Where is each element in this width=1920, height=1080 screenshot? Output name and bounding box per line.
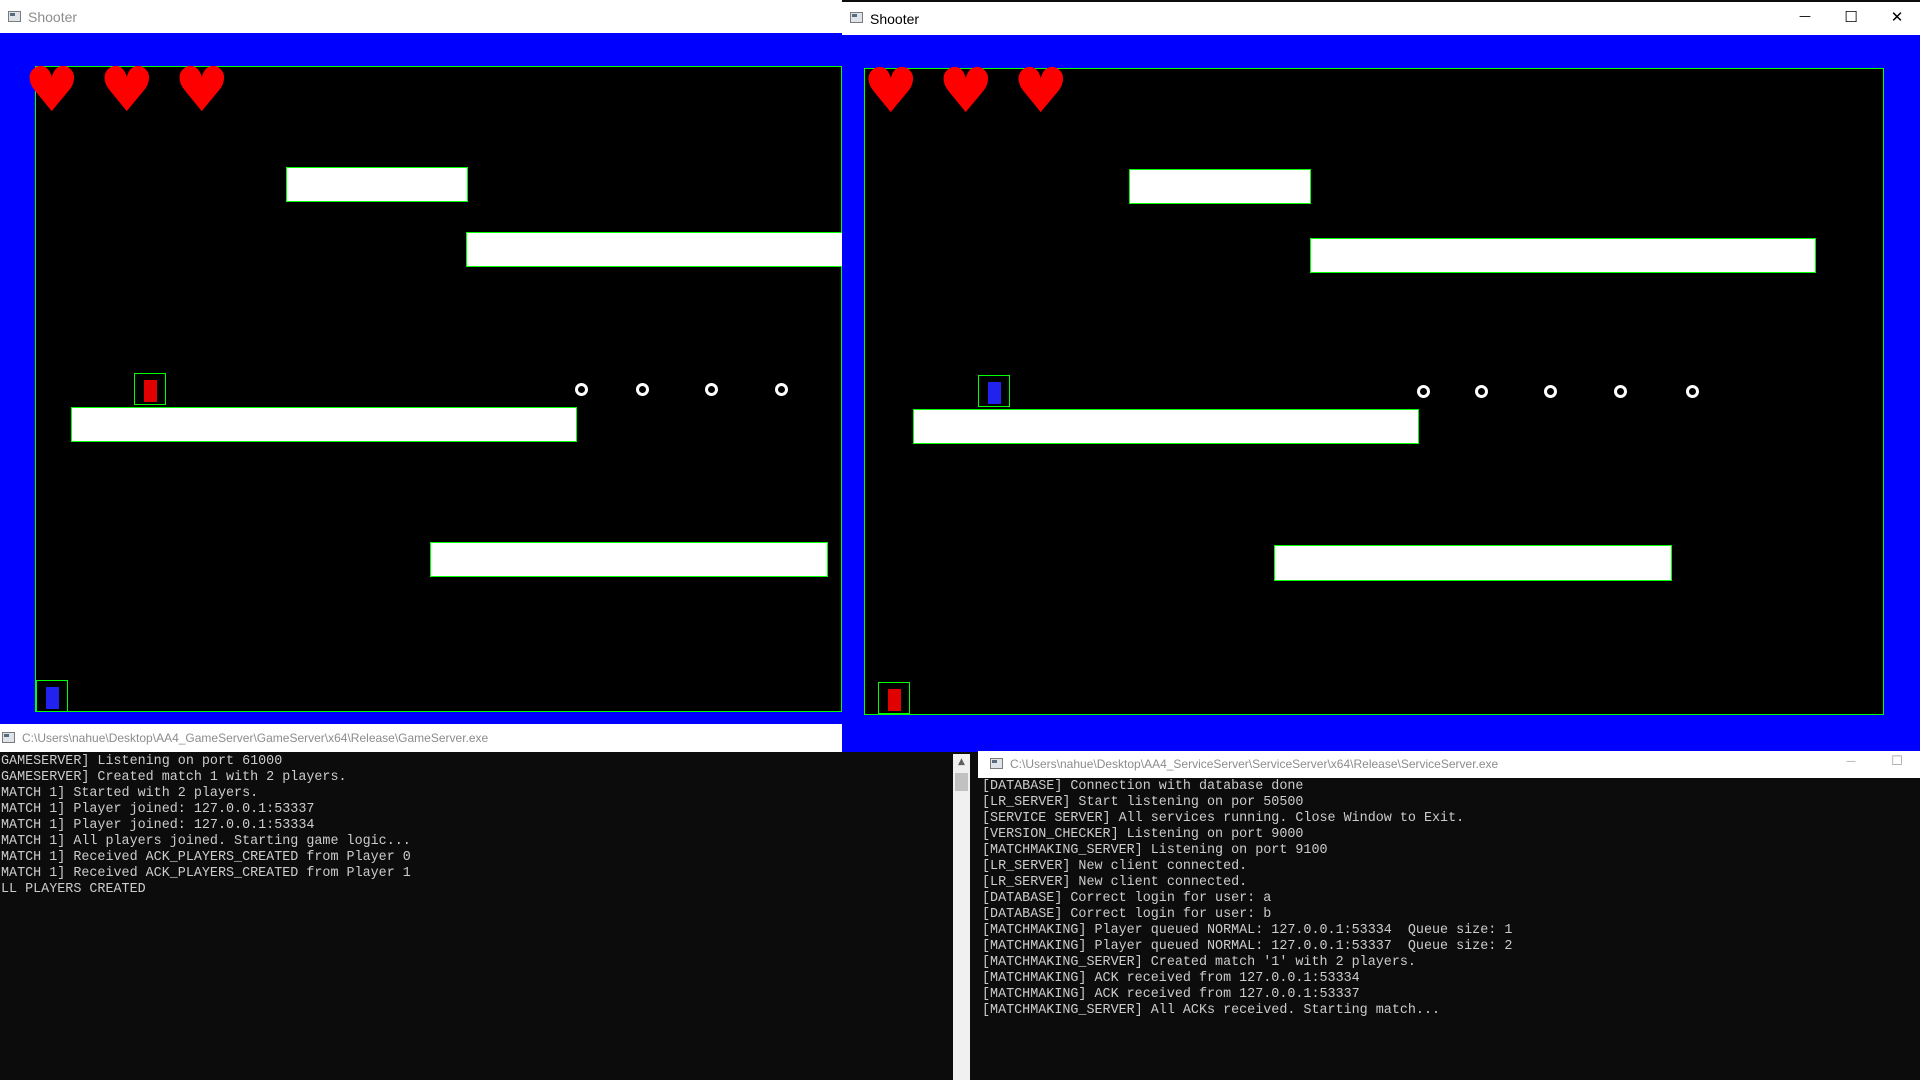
console-line: [LR_SERVER] Start listening on por 50500	[982, 795, 1304, 810]
serviceserver-console-window[interactable]: C:\Users\nahue\Desktop\AA4_ServiceServer…	[978, 751, 1920, 1080]
player-red	[878, 682, 910, 714]
console-line: [MATCHMAKING_SERVER] All ACKs received. …	[982, 1003, 1441, 1018]
player-blue	[978, 375, 1010, 407]
heart-icon: ♥	[1013, 54, 1069, 127]
platform	[1129, 169, 1311, 204]
coin	[705, 383, 718, 396]
platform	[430, 542, 828, 577]
console-scrollbar[interactable]: ▲	[953, 754, 970, 1080]
console-output: GAMESERVER] Listening on port 61000 GAMES…	[1, 754, 951, 1080]
console-line: [DATABASE] Correct login for user: a	[982, 891, 1272, 906]
coin	[775, 383, 788, 396]
console-line: [LR_SERVER] New client connected.	[982, 875, 1248, 890]
console-line: MATCH 1] Received ACK_PLAYERS_CREATED fr…	[1, 866, 411, 881]
console-line: [LR_SERVER] New client connected.	[982, 859, 1248, 874]
platform	[71, 407, 577, 442]
platform	[1310, 238, 1816, 273]
player-blue	[36, 680, 68, 712]
coin	[1614, 385, 1627, 398]
game-arena[interactable]: ♥ ♥ ♥	[863, 60, 1884, 715]
console-line: MATCH 1] Player joined: 127.0.0.1:53337	[1, 802, 315, 817]
coin	[1475, 385, 1488, 398]
minimize-button[interactable]: —	[1782, 9, 1828, 23]
coin	[636, 383, 649, 396]
platform	[286, 167, 468, 202]
heart-icon: ♥	[99, 53, 155, 126]
console-line: [MATCHMAKING] ACK received from 127.0.0.…	[982, 971, 1360, 986]
heart-icon: ♥	[938, 54, 994, 127]
game-arena[interactable]: ♥ ♥ ♥	[24, 59, 842, 712]
maximize-button[interactable]: ☐	[1828, 8, 1874, 26]
console-icon	[990, 758, 1003, 769]
console-output: [DATABASE] Connection with database done…	[982, 779, 1902, 1079]
platform	[1274, 545, 1672, 581]
shooter-window-left[interactable]: Shooter ♥ ♥ ♥	[0, 0, 842, 735]
console-line: [MATCHMAKING] Player queued NORMAL: 127.…	[982, 923, 1513, 938]
shooter-left-titlebar[interactable]: Shooter	[0, 0, 842, 33]
window-title: C:\Users\nahue\Desktop\AA4_GameServer\Ga…	[22, 731, 489, 745]
console-line: [SERVICE SERVER] All services running. C…	[982, 811, 1465, 826]
coin	[1417, 385, 1430, 398]
close-button[interactable]: ✕	[1874, 8, 1920, 26]
minimize-button[interactable]: —	[1828, 756, 1874, 767]
maximize-button[interactable]: ☐	[1874, 754, 1920, 769]
console-line: [MATCHMAKING_SERVER] Created match '1' w…	[982, 955, 1416, 970]
coin	[1686, 385, 1699, 398]
app-icon	[850, 12, 863, 23]
window-title: Shooter	[28, 9, 78, 25]
serviceserver-titlebar[interactable]: C:\Users\nahue\Desktop\AA4_ServiceServer…	[978, 751, 1920, 778]
shooter-right-titlebar[interactable]: Shooter — ☐ ✕	[842, 2, 1920, 35]
window-title: C:\Users\nahue\Desktop\AA4_ServiceServer…	[1010, 757, 1499, 771]
scroll-up-icon[interactable]: ▲	[953, 754, 970, 771]
console-line: [MATCHMAKING_SERVER] Listening on port 9…	[982, 843, 1328, 858]
window-title: Shooter	[870, 11, 920, 27]
console-line: MATCH 1] All players joined. Starting ga…	[1, 834, 411, 849]
heart-icon: ♥	[863, 54, 919, 127]
console-line: [DATABASE] Correct login for user: b	[982, 907, 1272, 922]
gameserver-titlebar[interactable]: C:\Users\nahue\Desktop\AA4_GameServer\Ga…	[0, 724, 970, 752]
console-line: MATCH 1] Started with 2 players.	[1, 786, 259, 801]
platform	[913, 409, 1419, 444]
platform	[466, 232, 842, 267]
scrollbar-thumb[interactable]	[955, 773, 968, 791]
heart-icon: ♥	[24, 53, 80, 126]
console-line: [VERSION_CHECKER] Listening on port 9000	[982, 827, 1304, 842]
coin	[575, 383, 588, 396]
console-line: [DATABASE] Connection with database done	[982, 779, 1304, 794]
console-line: [MATCHMAKING] Player queued NORMAL: 127.…	[982, 939, 1513, 954]
console-line: [MATCHMAKING] ACK received from 127.0.0.…	[982, 987, 1360, 1002]
shooter-window-right[interactable]: Shooter — ☐ ✕ ♥ ♥ ♥	[842, 2, 1920, 752]
console-line: GAMESERVER] Listening on port 61000	[1, 754, 283, 769]
heart-icon: ♥	[174, 53, 230, 126]
player-red	[134, 373, 166, 405]
console-icon	[2, 732, 15, 743]
console-line: MATCH 1] Player joined: 127.0.0.1:53334	[1, 818, 315, 833]
gameserver-console-window[interactable]: C:\Users\nahue\Desktop\AA4_GameServer\Ga…	[0, 724, 970, 1080]
app-icon	[8, 11, 21, 22]
console-line: MATCH 1] Received ACK_PLAYERS_CREATED fr…	[1, 850, 411, 865]
coin	[1544, 385, 1557, 398]
console-line: LL PLAYERS CREATED	[1, 882, 146, 897]
console-line: GAMESERVER] Created match 1 with 2 playe…	[1, 770, 347, 785]
